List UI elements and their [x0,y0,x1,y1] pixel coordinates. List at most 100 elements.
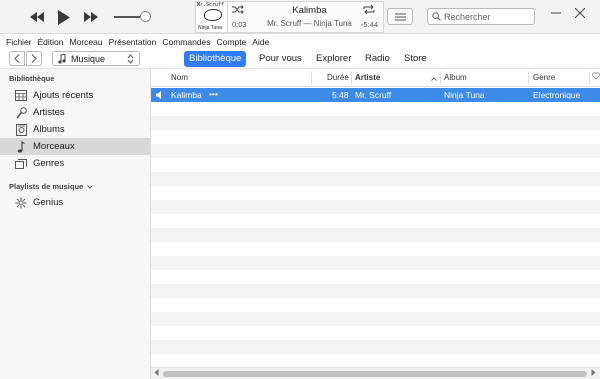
playlists-header-label: Playlists de musique [9,182,84,191]
playlists-header[interactable]: Playlists de musique [9,182,94,191]
minimize-button[interactable] [551,8,561,21]
column-divider [351,71,352,85]
sidebar-item-label: Albums [33,124,65,135]
back-button[interactable] [9,51,25,66]
up-next-button[interactable] [387,8,413,25]
song-name: Kalimba [171,90,202,100]
empty-table-row [151,130,600,144]
volume-knob[interactable] [140,11,151,22]
column-header-genre[interactable]: Genre [533,73,555,82]
empty-table-row [151,102,600,116]
column-divider [528,71,529,85]
song-artist: Mr. Scruff [355,90,392,100]
sidebar-item-label: Morceaux [33,141,75,152]
menu-presentation[interactable]: Présentation [109,37,157,47]
column-divider [311,71,312,85]
genius-icon [14,196,28,210]
updown-arrows-icon [127,54,134,66]
empty-table-row [151,228,600,242]
close-icon [574,7,586,19]
search-icon [432,12,441,21]
sidebar-item-ajouts-recents[interactable]: Ajouts récents [0,87,150,104]
search-input[interactable] [444,11,530,22]
player-bar: Mr.Scruff Ninja Tuna Kalimba Mr. Scruff … [0,0,600,34]
chevron-left-icon [14,54,20,63]
empty-table-row [151,242,600,256]
column-header-nom[interactable]: Nom [171,73,188,82]
table-row[interactable]: Kalimba ••• 5:48 Mr. Scruff Ninja Tuna E… [151,88,600,102]
music-note-icon [14,140,28,154]
empty-table-row [151,158,600,172]
horizontal-scrollbar[interactable] [151,367,600,379]
menu-morceau[interactable]: Morceau [70,37,103,47]
artwork-text-bottom: Ninja Tuna [198,25,222,31]
column-header-album[interactable]: Album [444,73,467,82]
empty-table-row [151,340,600,354]
tab-store[interactable]: Store [404,51,427,67]
search-field[interactable] [427,8,535,25]
table-header: Nom Durée Artiste Album Genre [151,69,600,87]
empty-table-row [151,172,600,186]
sidebar-item-albums[interactable]: Albums [0,121,150,138]
sidebar-item-genres[interactable]: Genres [0,155,150,172]
album-icon [14,123,28,137]
menu-fichier[interactable]: Fichier [6,37,32,47]
column-header-duree[interactable]: Durée [327,73,349,82]
tab-explorer[interactable]: Explorer [316,51,351,67]
empty-table-row [151,354,600,368]
forward-button[interactable] [26,51,42,66]
sidebar-item-artistes[interactable]: Artistes [0,104,150,121]
play-icon [58,9,70,25]
repeat-button[interactable] [363,4,375,17]
heart-icon[interactable] [592,72,600,82]
tab-radio[interactable]: Radio [365,51,390,67]
menu-compte[interactable]: Compte [217,37,247,47]
songs-table: Nom Durée Artiste Album Genre Kalimba ••… [151,69,600,379]
empty-table-row [151,186,600,200]
empty-table-row [151,270,600,284]
list-icon [394,13,406,20]
empty-table-row [151,144,600,158]
next-button[interactable] [84,8,98,26]
play-button[interactable] [58,8,70,26]
song-genre: Electronique [533,90,581,100]
empty-table-row [151,298,600,312]
menu-aide[interactable]: Aide [252,37,269,47]
empty-table-row [151,312,600,326]
tab-pour-vous[interactable]: Pour vous [259,51,302,67]
genres-icon [14,157,28,171]
column-header-artiste[interactable]: Artiste [355,73,380,82]
empty-table-row [151,116,600,130]
chevron-down-icon [87,185,94,189]
now-playing-display: Mr.Scruff Ninja Tuna Kalimba Mr. Scruff … [195,1,384,33]
scroll-right-icon[interactable] [591,369,596,378]
artwork-text-top: Mr.Scruff [197,2,225,8]
rewind-icon [30,12,44,22]
previous-button[interactable] [30,8,44,26]
sidebar-item-morceaux[interactable]: Morceaux [0,138,150,155]
empty-table-row [151,214,600,228]
more-options-button[interactable]: ••• [209,89,218,99]
elapsed-time: 0:03 [232,20,247,29]
sort-ascending-icon [431,74,437,83]
scrollbar-thumb[interactable] [163,371,587,377]
music-note-icon [58,53,66,64]
close-button[interactable] [574,7,586,21]
column-divider [589,71,590,85]
sidebar: Bibliothèque Ajouts récents Artistes Alb… [0,69,151,379]
sidebar-item-label: Genius [33,197,64,208]
empty-table-row [151,326,600,340]
media-kind-selector[interactable]: Musique [52,51,140,66]
microphone-icon [14,106,28,120]
toolbar: Musique Bibliothèque Pour vous Explorer … [0,48,600,69]
volume-fill [114,16,141,18]
empty-table-row [151,256,600,270]
empty-table-row [151,200,600,214]
empty-table-row [151,284,600,298]
sidebar-item-genius[interactable]: Genius [0,194,150,211]
menu-edition[interactable]: Édition [38,37,64,47]
album-artwork: Mr.Scruff Ninja Tuna [196,2,228,32]
tab-bibliotheque[interactable]: Bibliothèque [184,51,247,67]
menu-commandes[interactable]: Commandes [162,37,210,47]
scroll-left-icon[interactable] [154,369,159,378]
